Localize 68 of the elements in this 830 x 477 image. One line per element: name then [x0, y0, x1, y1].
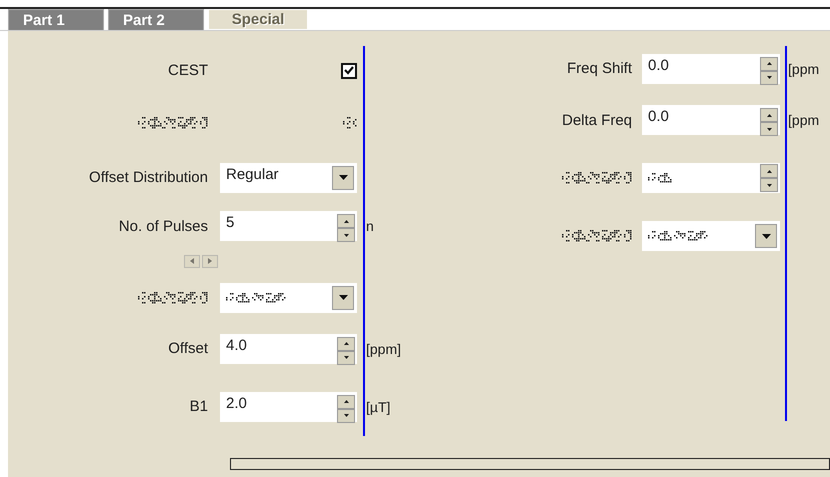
unit-label: [µT] [365, 398, 392, 414]
dropdown[interactable]: Regular [220, 162, 357, 192]
dropdown-button[interactable] [332, 166, 354, 190]
dropdown-button[interactable] [755, 224, 778, 248]
up-arrow-icon [344, 400, 348, 403]
disabled-checkbox-drawing [343, 116, 357, 130]
field-value: 4.0 [226, 336, 247, 354]
up-arrow-icon [766, 62, 772, 65]
unit-label: n [365, 218, 375, 234]
unit-label: [ppm] [365, 340, 402, 356]
down-arrow-icon [344, 414, 348, 417]
number-field[interactable]: 0.0 [642, 105, 780, 135]
spin-down-button[interactable] [760, 122, 778, 136]
checkbox[interactable] [341, 62, 357, 78]
up-arrow-icon [344, 220, 348, 222]
disabled-value-drawing [648, 230, 708, 242]
caret-icon [338, 175, 348, 180]
spin-up-button[interactable] [337, 394, 355, 408]
down-arrow-icon [766, 184, 772, 186]
spin-up-button[interactable] [760, 108, 778, 122]
down-arrow-icon [766, 76, 772, 79]
field-label: No. of Pulses [118, 218, 208, 234]
down-arrow-icon [344, 234, 348, 236]
number-field[interactable]: 5 [220, 211, 357, 241]
field-value: 5 [226, 214, 234, 231]
up-arrow-icon [766, 114, 772, 116]
dropdown[interactable] [642, 221, 780, 251]
left-arrow-icon [190, 258, 194, 264]
number-field[interactable]: 4.0 [220, 334, 357, 364]
unit-label: [ppm [787, 112, 820, 128]
field-label: B1 [190, 398, 208, 415]
field-value: 0.0 [648, 56, 669, 74]
disabled-value-drawing [648, 172, 674, 184]
down-arrow-icon [766, 128, 772, 130]
disabled-value-drawing [226, 292, 286, 304]
down-arrow-icon [344, 356, 348, 359]
spin-up-button[interactable] [760, 164, 778, 178]
number-field[interactable] [642, 163, 780, 193]
up-arrow-icon [766, 170, 772, 172]
spin-down-button[interactable] [337, 228, 355, 242]
tab[interactable]: Part 1 [8, 9, 104, 30]
field-label: Offset Distribution [89, 169, 208, 186]
up-arrow-icon [344, 342, 348, 345]
right-arrow-icon [208, 258, 212, 264]
caret-icon [762, 234, 771, 238]
field-label: CEST [168, 62, 208, 79]
dropdown-button[interactable] [332, 286, 354, 310]
spin-down-button[interactable] [760, 70, 778, 84]
field-value: 0.0 [648, 108, 669, 125]
next-button[interactable] [202, 254, 218, 268]
field-label: Freq Shift [566, 60, 632, 77]
number-field[interactable]: 2.0 [220, 392, 357, 422]
spin-up-button[interactable] [337, 336, 355, 350]
spin-up-button[interactable] [760, 56, 778, 70]
spin-up-button[interactable] [337, 214, 355, 228]
tab[interactable]: Part 2 [108, 9, 204, 30]
spin-down-button[interactable] [337, 350, 355, 364]
spin-down-button[interactable] [760, 178, 778, 192]
tab[interactable]: Special [208, 9, 308, 30]
unit-label: [ppm [787, 60, 820, 76]
field-value: 2.0 [226, 394, 247, 412]
caret-icon [338, 295, 348, 300]
spin-down-button[interactable] [337, 408, 355, 422]
number-field[interactable]: 0.0 [642, 54, 780, 84]
field-label: Delta Freq [562, 112, 632, 128]
field-label: Offset [168, 340, 208, 357]
dropdown-value: Regular [226, 166, 279, 182]
dropdown[interactable] [220, 282, 357, 312]
